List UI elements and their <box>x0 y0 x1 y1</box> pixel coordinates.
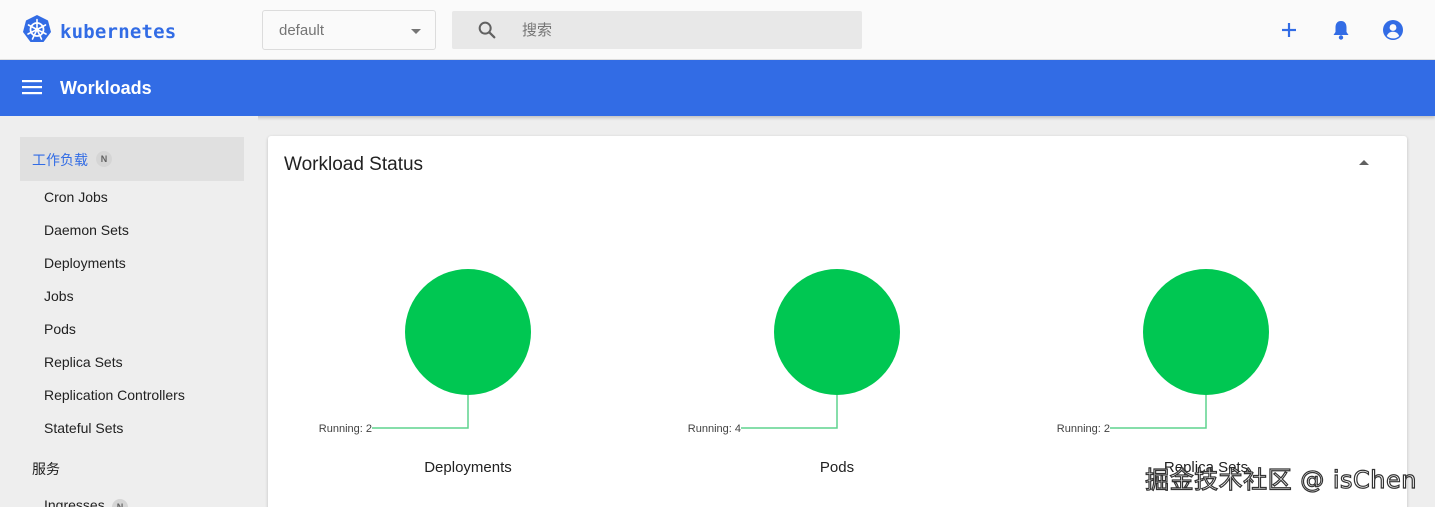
pie-leader-line <box>372 395 469 429</box>
bell-icon[interactable] <box>1329 18 1353 42</box>
sidebar-item-stateful-sets[interactable]: Stateful Sets <box>44 420 123 436</box>
watermark: 掘金技术社区 @ isChen <box>1145 465 1418 494</box>
sidebar-section-label: 工作负载 <box>32 153 88 169</box>
sidebar-item-daemon-sets[interactable]: Daemon Sets <box>44 222 129 238</box>
search-icon <box>476 19 498 46</box>
search-input[interactable] <box>522 11 842 49</box>
search-bar[interactable] <box>452 11 862 49</box>
pie-slice-running[interactable] <box>1143 269 1269 395</box>
workload-status-card: Workload Status Running: 2 Running: 4 Runn… <box>268 136 1407 507</box>
pie-slice-running[interactable] <box>774 269 900 395</box>
sidebar-item-deployments[interactable]: Deployments <box>44 255 126 271</box>
app-name: kubernetes <box>60 20 177 43</box>
pie-annotation-label: Running: 2 <box>319 423 372 435</box>
sidebar-item-cron-jobs[interactable]: Cron Jobs <box>44 189 108 205</box>
account-circle-icon[interactable] <box>1381 18 1405 42</box>
sidebar-item-replication-controllers[interactable]: Replication Controllers <box>44 387 185 403</box>
add-icon[interactable] <box>1277 18 1301 42</box>
namespace-value: default <box>279 22 325 39</box>
menu-icon[interactable] <box>22 78 42 101</box>
sidebar-section-workloads[interactable]: 工作负载 N <box>20 137 244 181</box>
sidebar-item-ingresses[interactable]: Ingresses <box>44 497 105 507</box>
pie-annotation-label: Running: 4 <box>688 423 741 435</box>
pie-leader-line <box>741 395 838 429</box>
chart-title[interactable]: Deployments <box>368 459 568 476</box>
page-title: Workloads <box>60 78 152 98</box>
pie-slice-running[interactable] <box>405 269 531 395</box>
page-header: Workloads <box>0 60 1435 116</box>
workload-status-charts: Running: 2 Running: 4 Running: 2 <box>319 269 1269 435</box>
sidebar-section-services[interactable]: 服务 <box>32 459 60 479</box>
namespaced-badge: N <box>112 499 128 507</box>
namespaced-badge: N <box>96 151 112 167</box>
sidebar: 工作负载 N Cron Jobs Daemon Sets Deployments… <box>0 116 258 507</box>
chart-title[interactable]: Pods <box>737 459 937 476</box>
pie-annotation-label: Running: 2 <box>1057 423 1110 435</box>
pie-leader-line <box>1110 395 1207 429</box>
top-toolbar: kubernetes default <box>0 0 1435 60</box>
namespace-selector[interactable]: default <box>262 10 436 50</box>
sidebar-item-jobs[interactable]: Jobs <box>44 288 74 304</box>
dropdown-arrow-icon <box>411 29 421 34</box>
sidebar-item-pods[interactable]: Pods <box>44 321 76 337</box>
sidebar-item-replica-sets[interactable]: Replica Sets <box>44 354 123 370</box>
kubernetes-wheel-icon <box>22 14 52 49</box>
kubernetes-logo[interactable]: kubernetes <box>22 14 176 49</box>
